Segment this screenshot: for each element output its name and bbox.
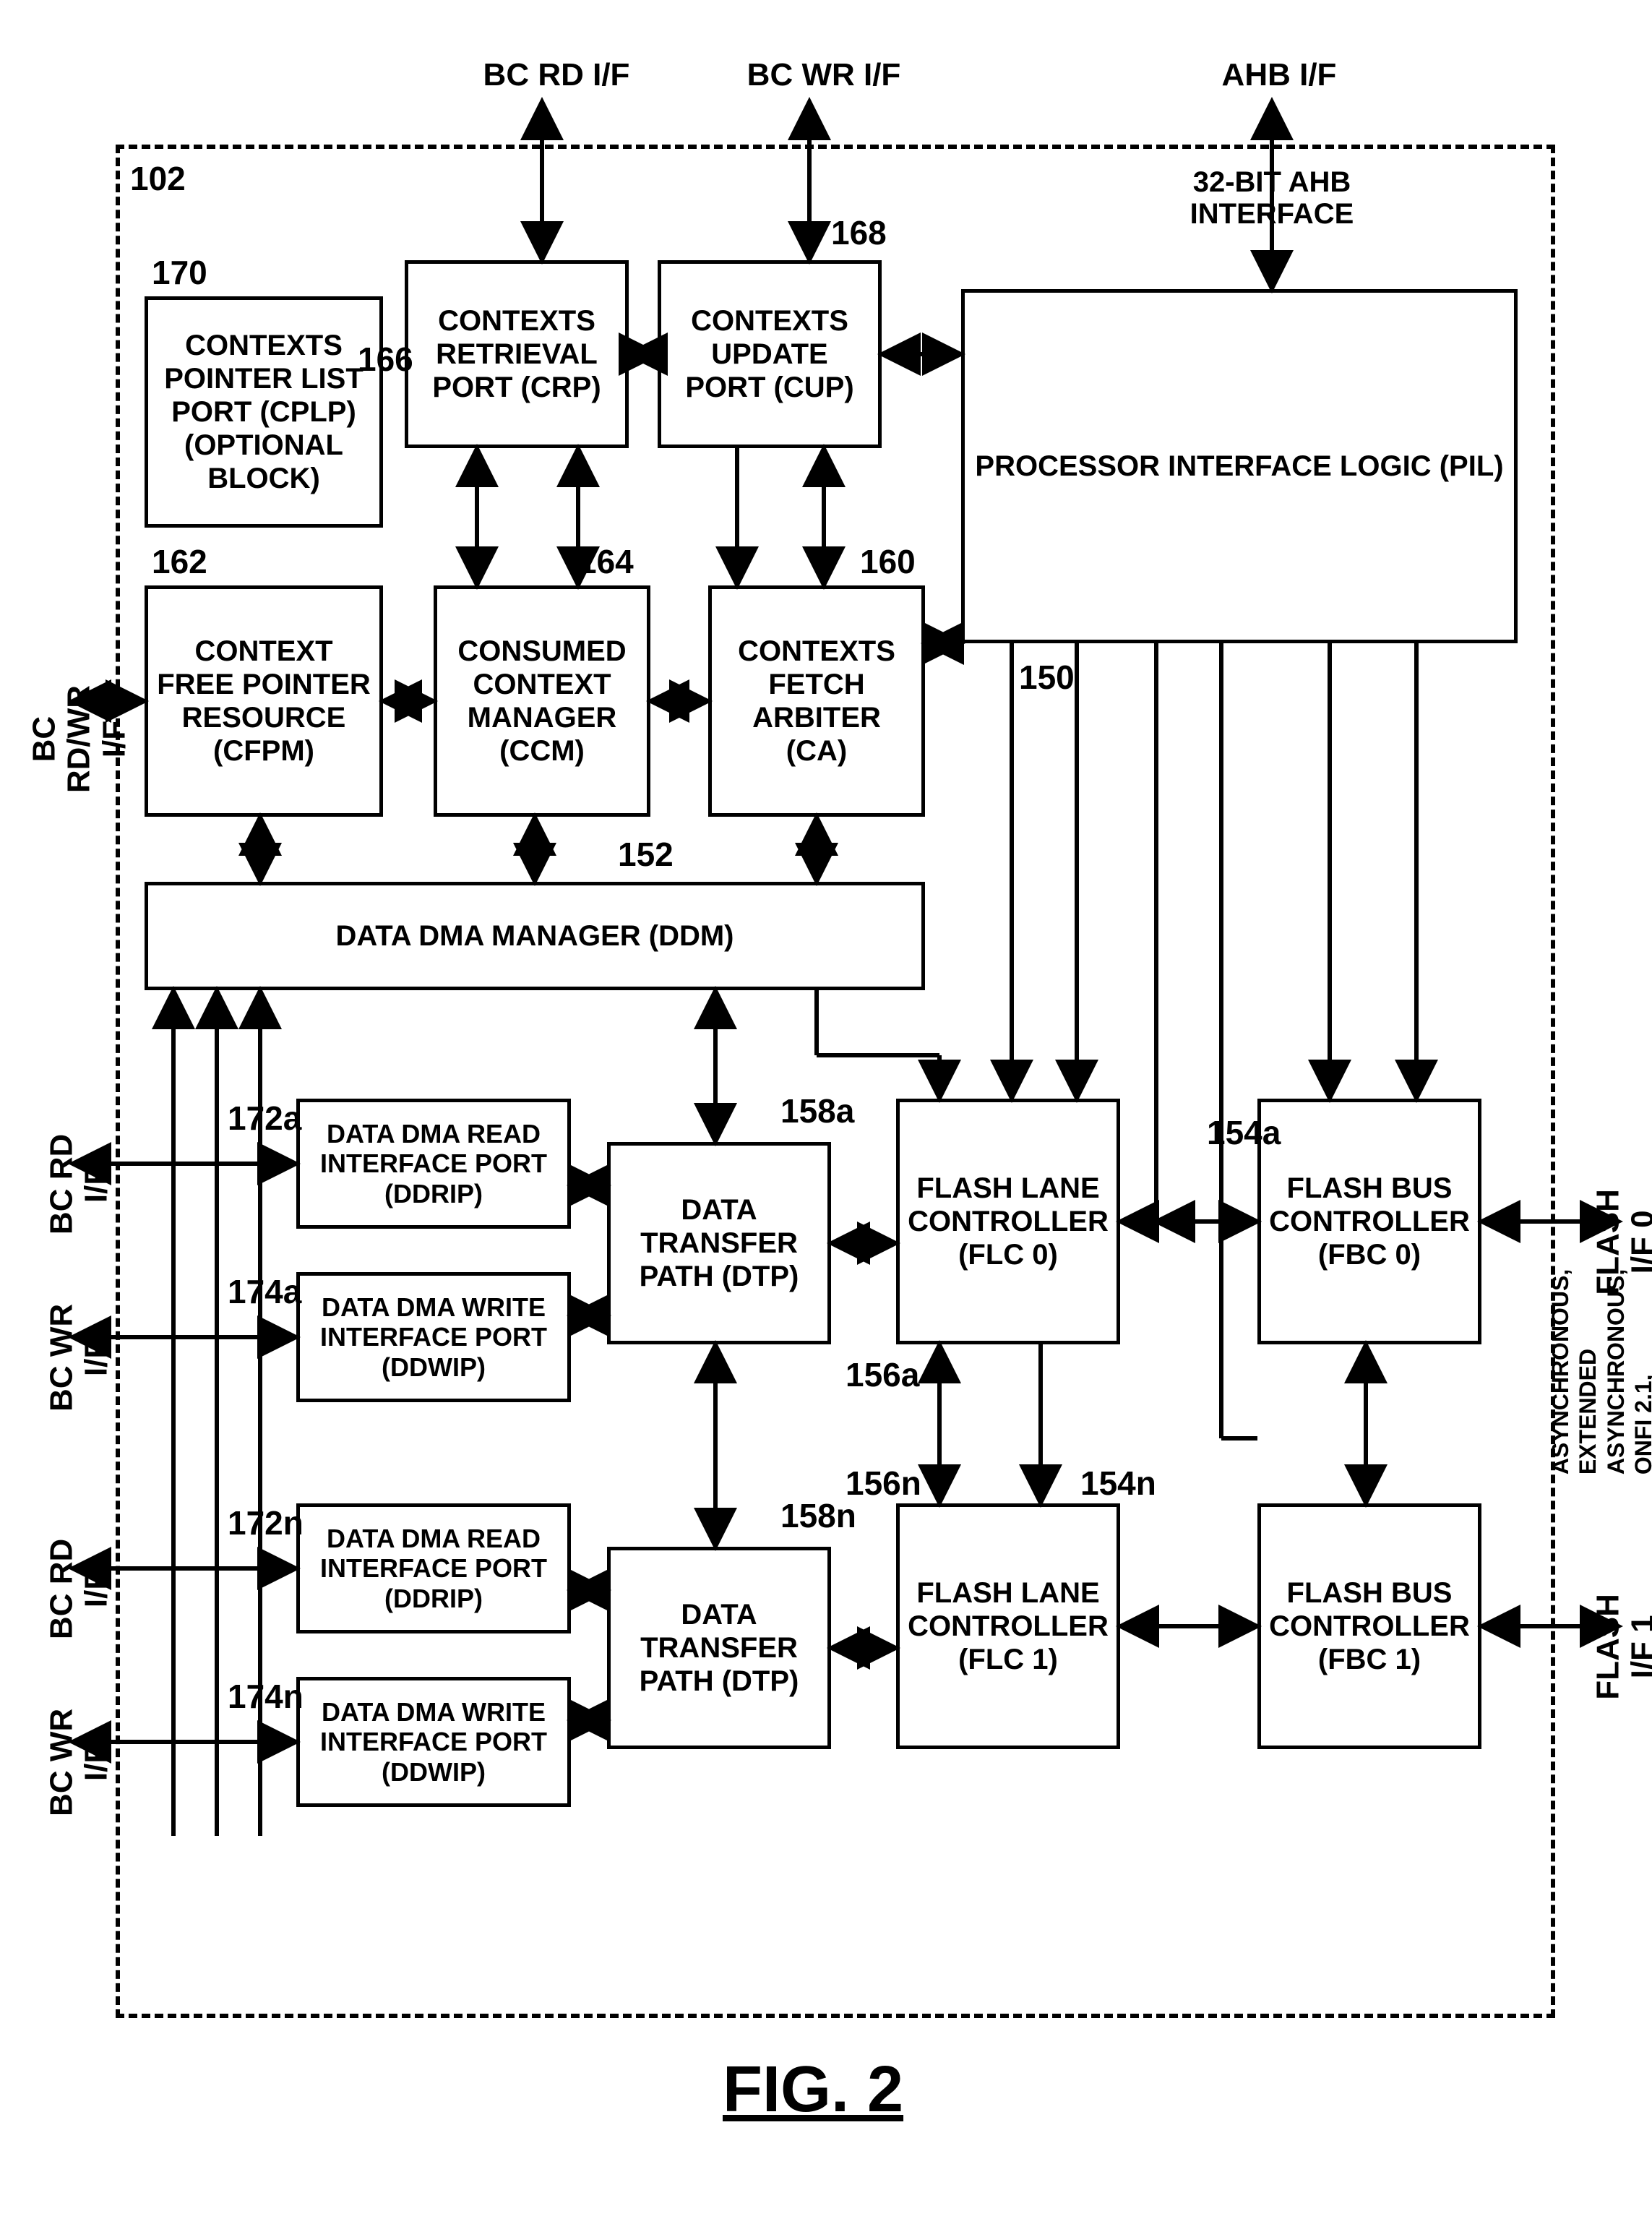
bc-wr-if-label: BC WR I/F	[730, 58, 918, 93]
flash-if-1-label: FLASH I/F 1	[1591, 1589, 1652, 1704]
fbc0-block: FLASH BUS CONTROLLER (FBC 0)	[1257, 1099, 1481, 1344]
cplp-ref: 170	[152, 253, 207, 292]
cfpm-ref: 162	[152, 542, 207, 581]
ahb-if-sub-label: 32-BIT AHB INTERFACE	[1142, 166, 1402, 230]
ddrip1-ref: 172n	[228, 1503, 304, 1542]
figure-label: FIG. 2	[723, 2053, 903, 2127]
ddwip0-block: DATA DMA WRITE INTERFACE PORT (DDWIP)	[296, 1272, 571, 1402]
crp-ref: 166	[358, 340, 413, 379]
ca-block: CONTEXTS FETCH ARBITER (CA)	[708, 585, 925, 817]
ccm-block: CONSUMED CONTEXT MANAGER (CCM)	[434, 585, 650, 817]
ddm-block: DATA DMA MANAGER (DDM)	[145, 882, 925, 990]
ddwip0-ref: 174a	[228, 1272, 301, 1311]
dtp1-block: DATA TRANSFER PATH (DTP)	[607, 1547, 831, 1749]
cfpm-block: CONTEXT FREE POINTER RESOURCE (CFPM)	[145, 585, 383, 817]
bc-rdwr-if-label: BC RD/WR I/F	[27, 682, 132, 797]
flc0-ref: 156a	[846, 1355, 919, 1394]
ahb-if-label: AHB I/F	[1200, 58, 1359, 93]
cup-ref: 168	[831, 213, 887, 252]
ddwip1-block: DATA DMA WRITE INTERFACE PORT (DDWIP)	[296, 1677, 571, 1807]
ccm-ref: 164	[578, 542, 634, 581]
ca-ref: 160	[860, 542, 916, 581]
pil-ref: 150	[1019, 658, 1075, 697]
bc-wr-if-b-label: BC WR I/F	[45, 1704, 115, 1820]
ddrip0-ref: 172a	[228, 1099, 301, 1138]
ddrip1-block: DATA DMA READ INTERFACE PORT (DDRIP)	[296, 1503, 571, 1633]
ddm-ref: 152	[618, 835, 674, 874]
flc0-block: FLASH LANE CONTROLLER (FLC 0)	[896, 1099, 1120, 1344]
bc-rd-if-b-label: BC RD I/F	[45, 1531, 115, 1646]
flc1-ref: 156n	[846, 1464, 921, 1503]
cup-block: CONTEXTS UPDATE PORT (CUP)	[658, 260, 882, 448]
bc-rd-if-label: BC RD I/F	[463, 58, 650, 93]
bc-rd-if-a-label: BC RD I/F	[45, 1126, 115, 1242]
flash-protocols-label: ASYNCHRONOUS, EXTENDED ASYNCHRONOUS, ONF…	[1546, 1323, 1652, 1474]
fbc1-block: FLASH BUS CONTROLLER (FBC 1)	[1257, 1503, 1481, 1749]
dtp0-block: DATA TRANSFER PATH (DTP)	[607, 1142, 831, 1344]
fbc0-ref: 154a	[1207, 1113, 1281, 1152]
flc1-block: FLASH LANE CONTROLLER (FLC 1)	[896, 1503, 1120, 1749]
pil-block: PROCESSOR INTERFACE LOGIC (PIL)	[961, 289, 1518, 643]
fbc1-ref: 154n	[1080, 1464, 1156, 1503]
cplp-block: CONTEXTS POINTER LIST PORT (CPLP) (OPTIO…	[145, 296, 383, 528]
bc-wr-if-a-label: BC WR I/F	[45, 1300, 115, 1415]
ddwip1-ref: 174n	[228, 1677, 304, 1716]
ddrip0-block: DATA DMA READ INTERFACE PORT (DDRIP)	[296, 1099, 571, 1229]
crp-block: CONTEXTS RETRIEVAL PORT (CRP)	[405, 260, 629, 448]
boundary-ref: 102	[130, 159, 186, 198]
dtp0-ref: 158a	[780, 1091, 854, 1130]
diagram-page: AHB I/F 32-BIT AHB INTERFACE BC WR I/F B…	[29, 29, 1652, 2195]
